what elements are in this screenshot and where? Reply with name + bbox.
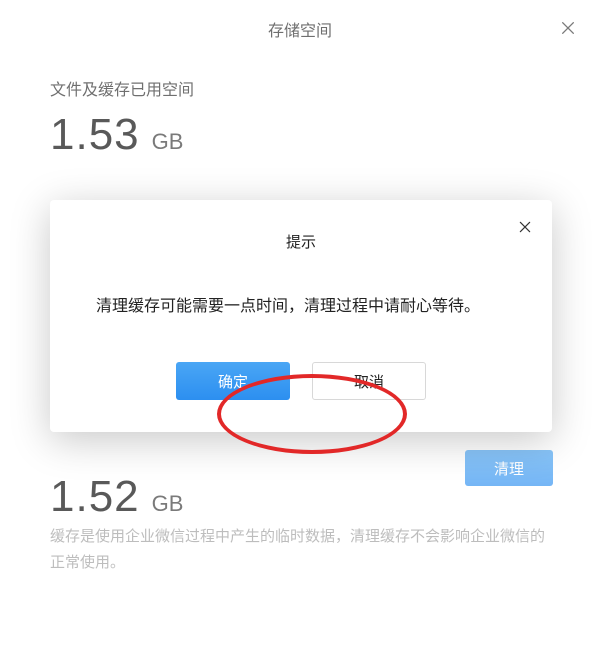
dialog-body: 清理缓存可能需要一点时间，清理过程中请耐心等待。 (50, 258, 552, 340)
ok-button[interactable]: 确定 (176, 362, 290, 400)
cancel-button[interactable]: 取消 (312, 362, 426, 400)
close-icon (518, 220, 532, 234)
dialog-header: 提示 (50, 200, 552, 258)
dialog-message: 清理缓存可能需要一点时间，清理过程中请耐心等待。 (96, 292, 506, 322)
dialog-title: 提示 (286, 231, 316, 252)
dialog-close-button[interactable] (512, 214, 538, 240)
confirm-dialog: 提示 清理缓存可能需要一点时间，清理过程中请耐心等待。 确定 取消 (50, 200, 552, 432)
dialog-footer: 确定 取消 (50, 340, 552, 432)
